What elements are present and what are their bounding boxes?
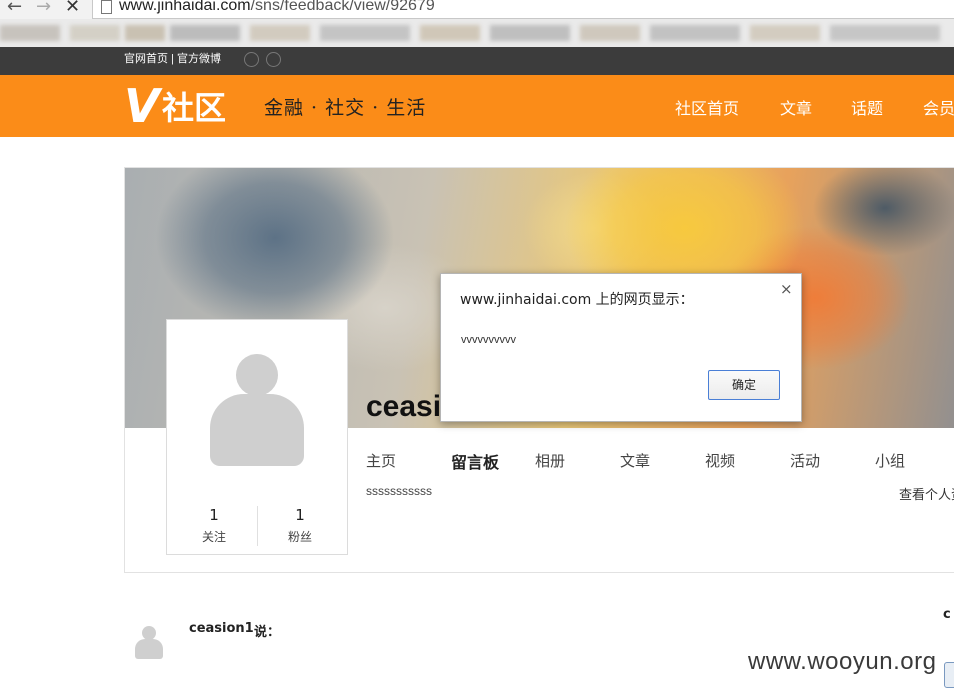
avatar-placeholder-body bbox=[210, 394, 304, 466]
commenter-avatar-body[interactable] bbox=[135, 639, 163, 659]
weibo-icon[interactable] bbox=[244, 52, 259, 67]
site-header: V 社区 金融 · 社交 · 生活 社区首页 文章 话题 会员 bbox=[0, 75, 954, 137]
follow-count[interactable]: 1 bbox=[194, 506, 234, 524]
back-icon[interactable]: ← bbox=[7, 0, 22, 17]
watermark-logo-icon bbox=[944, 662, 954, 688]
commenter-avatar-head bbox=[142, 626, 156, 640]
nav-community-home[interactable]: 社区首页 bbox=[675, 95, 739, 119]
tab-events[interactable]: 活动 bbox=[790, 450, 820, 471]
tab-videos[interactable]: 视频 bbox=[705, 450, 735, 471]
stat-divider bbox=[257, 506, 258, 546]
profile-signature: sssssssssss bbox=[366, 484, 432, 498]
tab-articles[interactable]: 文章 bbox=[620, 450, 650, 471]
wechat-icon[interactable] bbox=[266, 52, 281, 67]
fans-label[interactable]: 粉丝 bbox=[280, 528, 320, 545]
url-path: /sns/feedback/view/92679 bbox=[250, 0, 435, 14]
tab-message-board[interactable]: 留言板 bbox=[451, 449, 499, 473]
avatar-card: 1 关注 1 粉丝 bbox=[166, 319, 348, 555]
alert-message: vvvvvvvvvv bbox=[461, 334, 516, 346]
nav-members[interactable]: 会员 bbox=[923, 95, 954, 119]
commenter-name[interactable]: ceasion1 bbox=[189, 621, 254, 636]
stop-icon[interactable]: ✕ bbox=[65, 0, 80, 17]
wooyun-watermark: www.wooyun.org bbox=[748, 648, 937, 675]
close-icon[interactable]: × bbox=[780, 280, 793, 298]
tab-home[interactable]: 主页 bbox=[366, 450, 396, 471]
logo-text[interactable]: 社区 bbox=[162, 88, 226, 128]
page-icon bbox=[101, 0, 112, 14]
ok-button[interactable]: 确定 bbox=[708, 370, 780, 400]
address-bar[interactable]: www.jinhaidai.com/sns/feedback/view/9267… bbox=[92, 0, 954, 19]
avatar-placeholder-head bbox=[236, 354, 278, 396]
forward-icon[interactable]: → bbox=[36, 0, 51, 17]
alert-dialog: www.jinhaidai.com 上的网页显示： × vvvvvvvvvv 确… bbox=[440, 273, 802, 422]
url-domain: www.jinhaidai.com bbox=[119, 0, 251, 14]
url-text[interactable]: www.jinhaidai.com/sns/feedback/view/9267… bbox=[119, 0, 435, 15]
edge-text: c bbox=[943, 607, 951, 622]
browser-toolbar: ← → ✕ www.jinhaidai.com/sns/feedback/vie… bbox=[0, 0, 954, 19]
nav-articles[interactable]: 文章 bbox=[780, 95, 812, 119]
logo-mark[interactable]: V bbox=[124, 80, 160, 132]
tab-groups[interactable]: 小组 bbox=[875, 450, 905, 471]
official-links[interactable]: 官网首页 | 官方微博 bbox=[124, 50, 221, 66]
blurred-bookmarks-bar bbox=[0, 19, 954, 47]
site-slogan: 金融 · 社交 · 生活 bbox=[264, 97, 427, 119]
view-profile-link[interactable]: 查看个人资 bbox=[899, 484, 954, 503]
site-top-strip: 官网首页 | 官方微博 bbox=[0, 47, 954, 75]
alert-title: www.jinhaidai.com 上的网页显示： bbox=[460, 292, 694, 308]
commenter-says: 说： bbox=[254, 625, 281, 640]
tab-album[interactable]: 相册 bbox=[535, 450, 565, 471]
follow-label[interactable]: 关注 bbox=[194, 528, 234, 545]
fans-count[interactable]: 1 bbox=[280, 506, 320, 524]
nav-topics[interactable]: 话题 bbox=[851, 95, 883, 119]
